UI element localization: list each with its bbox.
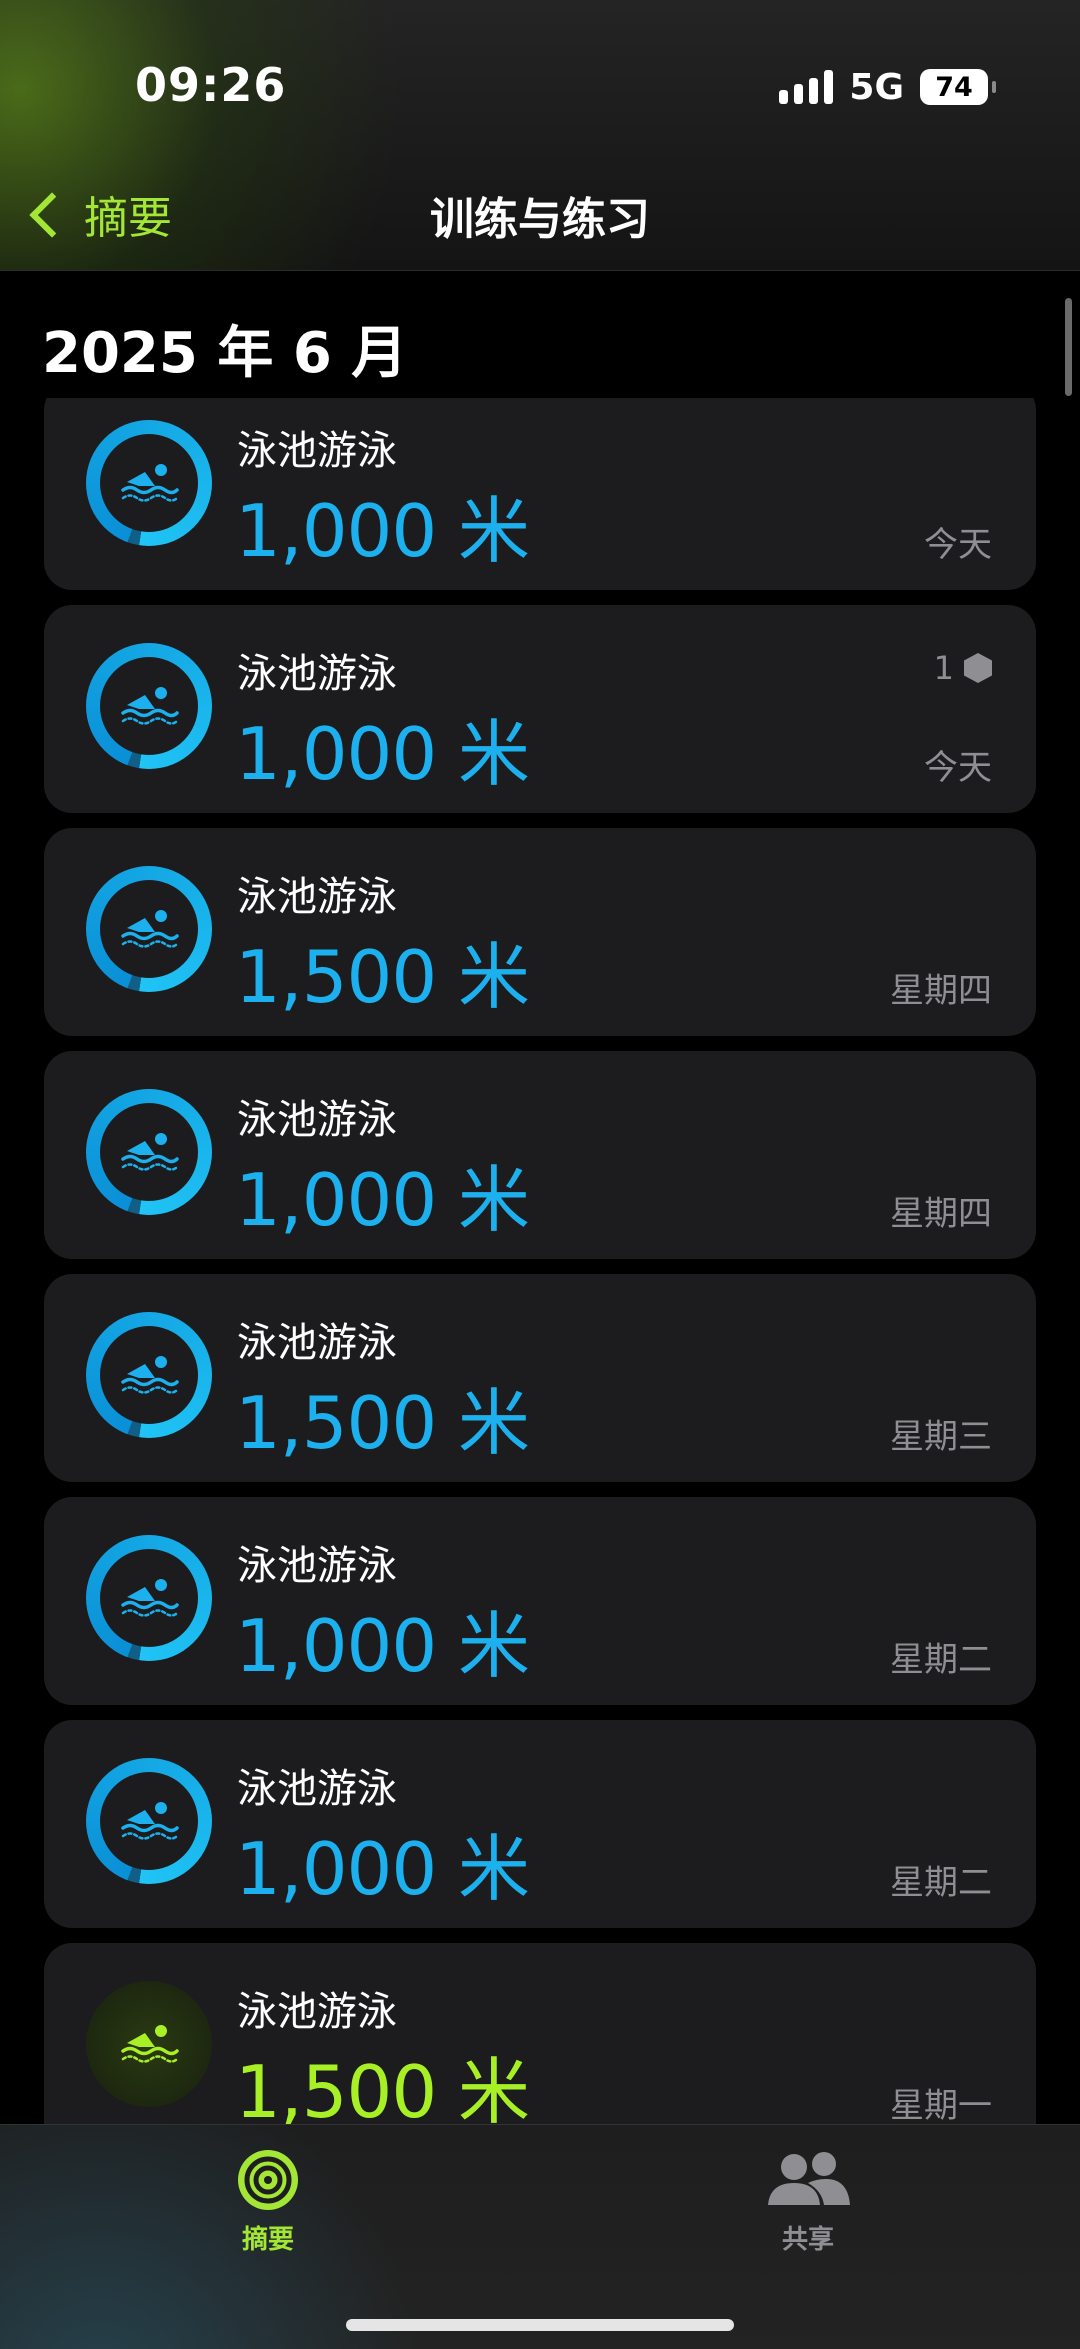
workout-date: 星期三	[890, 1417, 992, 1457]
workout-date: 星期四	[890, 1194, 992, 1234]
page-title: 训练与练习	[430, 194, 650, 245]
workout-card[interactable]: 泳池游泳 1,000 米 星期二	[44, 1497, 1036, 1705]
workout-title: 泳池游泳	[237, 1989, 397, 2035]
workout-title: 泳池游泳	[237, 1766, 397, 1812]
workout-title: 泳池游泳	[237, 1320, 397, 1366]
battery-icon: 74	[920, 69, 996, 105]
swimmer-icon	[121, 687, 179, 725]
workout-ring-icon	[86, 1312, 212, 1438]
section-header: 2025 年 6 月	[42, 321, 408, 386]
workout-date: 今天	[924, 748, 992, 788]
workout-date: 今天	[924, 525, 992, 565]
workout-ring-icon	[86, 866, 212, 992]
workout-distance: 1,500 米	[235, 2050, 530, 2124]
award-count: 1	[933, 649, 954, 687]
swimmer-icon	[121, 1579, 179, 1617]
workout-distance: 1,000 米	[235, 1158, 530, 1242]
battery-level: 74	[935, 71, 973, 103]
activity-rings-icon	[238, 2150, 298, 2210]
swimmer-icon	[121, 464, 179, 502]
tab-sharing[interactable]: 共享	[758, 2147, 858, 2256]
swimmer-icon	[121, 1356, 179, 1394]
workout-title: 泳池游泳	[237, 1097, 397, 1143]
workout-ring-icon	[86, 1758, 212, 1884]
workout-ring-icon	[86, 643, 212, 769]
scroll-indicator[interactable]	[1065, 298, 1072, 396]
workout-card[interactable]: 泳池游泳 1,000 米 星期四	[44, 1051, 1036, 1259]
home-indicator	[346, 2319, 734, 2331]
workout-date: 星期二	[890, 1640, 992, 1680]
cellular-signal-icon	[779, 70, 834, 104]
workout-card[interactable]: 泳池游泳 1,000 米 今天	[44, 398, 1036, 590]
workout-title: 泳池游泳	[237, 428, 397, 474]
workout-distance: 1,000 米	[235, 1604, 530, 1688]
workout-distance: 1,000 米	[235, 489, 530, 573]
workout-distance: 1,000 米	[235, 1827, 530, 1911]
workout-title: 泳池游泳	[237, 1543, 397, 1589]
workout-date: 星期二	[890, 1863, 992, 1903]
award-badge: 1	[934, 649, 992, 687]
tab-sharing-label: 共享	[781, 2225, 834, 2255]
tab-bar: 摘要 共享	[0, 2124, 1080, 2349]
workout-title: 泳池游泳	[237, 874, 397, 920]
status-time: 09:26	[135, 58, 287, 112]
workout-card[interactable]: 泳池游泳 1,000 米 星期二	[44, 1720, 1036, 1928]
workout-card[interactable]: 泳池游泳 1,000 米 1 今天	[44, 605, 1036, 813]
swimmer-icon	[121, 1133, 179, 1171]
people-icon	[768, 2152, 850, 2205]
swimmer-icon	[121, 1802, 179, 1840]
tab-summary-label: 摘要	[241, 2225, 294, 2255]
workout-distance: 1,500 米	[235, 1381, 530, 1465]
tab-summary[interactable]: 摘要	[218, 2147, 318, 2256]
workout-title: 泳池游泳	[237, 651, 397, 697]
workout-date: 星期四	[890, 971, 992, 1011]
workout-ring-icon	[86, 420, 212, 546]
workout-ring-icon	[86, 1535, 212, 1661]
workout-card[interactable]: 泳池游泳 1,500 米 星期四	[44, 828, 1036, 1036]
workout-card[interactable]: 泳池游泳 1,500 米 星期一	[44, 1943, 1036, 2124]
swimmer-icon	[121, 910, 179, 948]
workout-ring-icon	[86, 1089, 212, 1215]
workout-distance: 1,500 米	[235, 935, 530, 1019]
network-type: 5G	[849, 66, 904, 108]
status-icons: 5G 74	[779, 62, 996, 112]
workout-distance: 1,000 米	[235, 712, 530, 796]
workout-card[interactable]: 泳池游泳 1,500 米 星期三	[44, 1274, 1036, 1482]
hexagon-award-icon	[964, 653, 992, 683]
swimmer-icon	[121, 2025, 179, 2063]
workout-date: 星期一	[890, 2086, 992, 2124]
top-bar: 09:26 5G 74 摘要 训练与练习	[0, 0, 1080, 271]
workout-ring-icon	[86, 1981, 212, 2107]
workout-list[interactable]: 泳池游泳 1,000 米 今天 泳池游泳 1,000 米 1 今天 泳池游泳 1…	[0, 398, 1080, 2124]
